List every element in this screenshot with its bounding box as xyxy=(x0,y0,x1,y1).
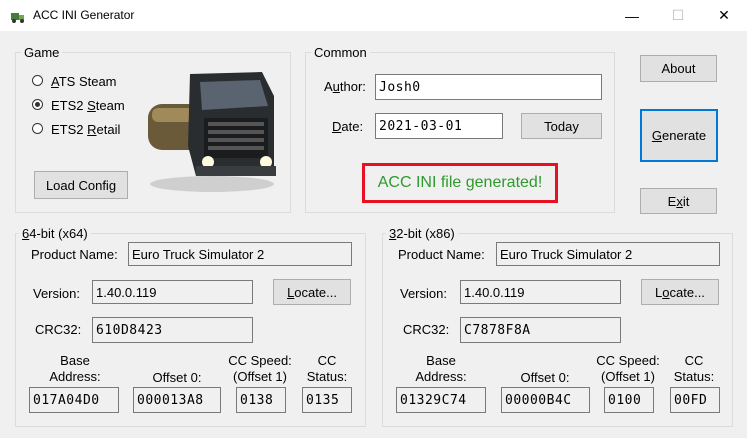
author-label: Author: xyxy=(324,79,366,94)
common-group-label: Common xyxy=(311,45,370,60)
x86-crc-label: CRC32: xyxy=(403,322,450,337)
x64-product-label: Product Name: xyxy=(31,247,118,262)
x64-offset-field: 000013A8 xyxy=(133,387,221,413)
x64-base-label: Base Address: xyxy=(49,353,101,384)
x86-version-label: Version: xyxy=(400,286,447,301)
x86-ccspeed-label: CC Speed: (Offset 1) xyxy=(596,353,660,384)
game-group-label: Game xyxy=(21,45,63,60)
radio-label-ats-steam: ATS Steam xyxy=(51,74,117,89)
maximize-icon: ☐ xyxy=(671,7,685,23)
exit-label: Exit xyxy=(667,193,690,209)
radio-indicator[interactable] xyxy=(32,123,43,134)
about-button[interactable]: About xyxy=(640,55,717,82)
x64-base-field: 017A04D0 xyxy=(29,387,119,413)
radio-indicator[interactable] xyxy=(32,99,43,110)
x86-version-field: 1.40.0.119 xyxy=(460,280,621,304)
x86-ccstatus-label: CC Status: xyxy=(673,353,715,384)
x86-ccstatus-field: 00FD xyxy=(670,387,720,413)
window-title: ACC INI Generator xyxy=(33,8,135,22)
minimize-icon: — xyxy=(625,7,639,24)
x64-ccspeed-label: CC Speed: (Offset 1) xyxy=(228,353,292,384)
today-button[interactable]: Today xyxy=(521,113,602,139)
x86-base-field: 01329C74 xyxy=(396,387,486,413)
x64-ccstatus-field: 0135 xyxy=(302,387,352,413)
x64-version-label: Version: xyxy=(33,286,80,301)
radio-label-ets2-retail: ETS2 Retail xyxy=(51,122,121,137)
maximize-button[interactable]: ☐ xyxy=(655,0,701,31)
close-icon: ✕ xyxy=(718,7,730,23)
date-input[interactable]: 2021-03-01 xyxy=(375,113,503,139)
x64-ccstatus-label: CC Status: xyxy=(306,353,348,384)
x64-version-field: 1.40.0.119 xyxy=(92,280,253,304)
close-button[interactable]: ✕ xyxy=(701,0,747,31)
x64-locate-button[interactable]: Locate... xyxy=(273,279,351,305)
x86-base-label: Base Address: xyxy=(415,353,467,384)
generate-button[interactable]: Generate xyxy=(640,109,718,162)
date-label: Date: xyxy=(332,119,364,134)
x64-locate-label: Locate... xyxy=(287,284,337,300)
x64-group-label: 64-bit (x64) xyxy=(19,226,91,241)
x86-locate-label: Locate... xyxy=(655,284,705,300)
exit-button[interactable]: Exit xyxy=(640,188,717,214)
title-bar: ACC INI Generator — ☐ ✕ xyxy=(0,0,747,31)
x64-offset-label: Offset 0: xyxy=(152,370,202,385)
truck-illustration xyxy=(148,72,276,192)
x86-locate-button[interactable]: Locate... xyxy=(641,279,719,305)
x86-ccspeed-field: 0100 xyxy=(604,387,654,413)
radio-indicator[interactable] xyxy=(32,75,43,86)
author-input[interactable]: Josh0 xyxy=(375,74,602,100)
x64-ccspeed-field: 0138 xyxy=(236,387,286,413)
x64-crc-label: CRC32: xyxy=(35,322,82,337)
x86-offset-field: 00000B4C xyxy=(501,387,590,413)
status-message: ACC INI file generated! xyxy=(362,163,558,203)
generate-label: Generate xyxy=(651,128,707,143)
truck-app-icon xyxy=(11,13,24,23)
x86-group-label: 32-bit (x86) xyxy=(386,226,458,241)
x86-product-label: Product Name: xyxy=(398,247,485,262)
x86-crc-field: C7878F8A xyxy=(460,317,621,343)
x64-product-field: Euro Truck Simulator 2 xyxy=(128,242,352,266)
x86-product-field: Euro Truck Simulator 2 xyxy=(496,242,720,266)
minimize-button[interactable]: — xyxy=(609,0,655,31)
radio-label-ets2-steam: ETS2 Steam xyxy=(51,98,125,113)
x86-offset-label: Offset 0: xyxy=(520,370,570,385)
load-config-button[interactable]: Load Config xyxy=(34,171,128,199)
x64-crc-field: 610D8423 xyxy=(92,317,253,343)
